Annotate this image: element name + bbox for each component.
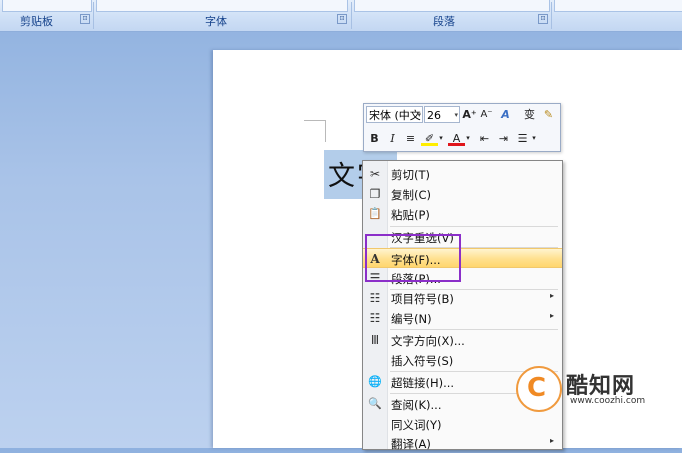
chevron-down-icon[interactable]: ▾ [437,130,445,147]
submenu-arrow-icon: ▸ [549,311,554,320]
submenu-arrow-icon: ▸ [549,436,554,445]
font-color-icon[interactable]: A [448,130,465,146]
menu-item-text-direction[interactable]: Ⅲ 文字方向(X)... [363,330,562,350]
increase-indent-icon[interactable]: ⇥ [495,130,512,147]
submenu-arrow-icon: ▸ [549,291,554,300]
chevron-down-icon[interactable]: ▾ [464,130,472,147]
menu-item-label: 同义词(Y) [391,418,442,432]
paragraph-group-label: 段落 [433,15,455,28]
ribbon-separator [551,2,552,29]
font-name-combo[interactable]: 宋体 (中文 ▾ [366,106,423,123]
menu-item-numbering[interactable]: ☷ 编号(N) ▸ [363,308,562,328]
margin-corner-mark [325,120,326,142]
menu-item-label: 复制(C) [391,188,432,202]
numbering-icon: ☷ [369,311,381,325]
annotation-highlight-box [365,234,461,282]
center-align-icon[interactable]: ≡ [402,130,419,147]
clipboard-group-label: 剪贴板 [20,15,53,28]
scissors-icon: ✂ [369,167,381,181]
paragraph-launcher-icon[interactable]: ⊡ [538,14,548,24]
menu-item-label: 项目符号(B) [391,292,454,306]
font-group-label: 字体 [205,15,227,28]
menu-item-label: 粘贴(P) [391,208,430,222]
ribbon-font-controls[interactable] [96,0,348,12]
chevron-down-icon[interactable]: ▾ [530,130,538,147]
menu-item-paste[interactable]: 📋 粘贴(P) [363,204,562,224]
styles-icon[interactable]: A [497,106,514,123]
italic-button[interactable]: I [384,130,401,147]
menu-item-copy[interactable]: ❐ 复制(C) [363,184,562,204]
ribbon-separator [351,2,352,29]
format-painter-icon[interactable]: ✎ [540,106,557,123]
ribbon-paragraph-controls[interactable] [354,0,550,12]
chevron-down-icon: ▾ [454,111,458,119]
ribbon-separator [93,2,94,29]
shrink-font-icon[interactable]: A⁻ [478,106,495,123]
menu-item-label: 翻译(A) [391,437,431,451]
font-size-combo[interactable]: 26 ▾ [424,106,460,123]
bullets-icon[interactable]: ☰ [514,130,531,147]
mini-toolbar-row-2: B I ≡ ✐ ▾ A ▾ ⇤ ⇥ ☰ ▾ [364,128,560,150]
menu-item-label: 超链接(H)... [391,376,455,390]
copy-icon: ❐ [369,187,381,201]
margin-corner-mark [304,120,326,121]
chevron-down-icon: ▾ [417,111,421,119]
paste-icon: 📋 [368,207,382,220]
menu-item-label: 编号(N) [391,312,432,326]
font-name-value: 宋体 (中文 [369,109,421,122]
menu-item-label: 文字方向(X)... [391,334,465,348]
watermark-logo-icon: C [516,366,562,412]
bullets-icon: ☷ [369,291,381,305]
bold-button[interactable]: B [366,130,383,147]
grow-font-icon[interactable]: A⁺ [461,106,478,123]
watermark-url: www.coozhi.com [570,396,646,406]
clipboard-launcher-icon[interactable]: ⊡ [80,14,90,24]
watermark: C 酷知网 www.coozhi.com [508,362,673,420]
font-launcher-icon[interactable]: ⊡ [337,14,347,24]
phonetic-guide-icon[interactable]: 变 [521,106,538,123]
menu-item-cut[interactable]: ✂ 剪切(T) [363,164,562,184]
ribbon: 剪贴板 ⊡ 字体 ⊡ 段落 ⊡ [0,0,682,32]
highlight-icon[interactable]: ✐ [421,130,438,146]
menu-item-label: 剪切(T) [391,168,430,182]
font-size-value: 26 [427,109,441,122]
menu-item-bullets[interactable]: ☷ 项目符号(B) ▸ [363,288,562,308]
menu-item-label: 插入符号(S) [391,354,454,368]
ribbon-clipboard-controls[interactable] [2,0,92,12]
menu-item-translate[interactable]: 翻译(A) ▸ [363,433,562,453]
watermark-logo-letter: C [527,373,547,403]
mini-toolbar: 宋体 (中文 ▾ 26 ▾ A⁺ A⁻ A 变 ✎ B I ≡ ✐ ▾ A ▾ … [363,103,561,152]
menu-item-label: 查阅(K)... [391,398,442,412]
mini-toolbar-row-1: 宋体 (中文 ▾ 26 ▾ A⁺ A⁻ A 变 ✎ [364,104,560,126]
decrease-indent-icon[interactable]: ⇤ [476,130,493,147]
ribbon-styles-controls[interactable] [554,0,682,12]
hyperlink-icon: 🌐 [368,375,382,388]
research-icon: 🔍 [368,397,382,410]
text-direction-icon: Ⅲ [370,333,380,347]
